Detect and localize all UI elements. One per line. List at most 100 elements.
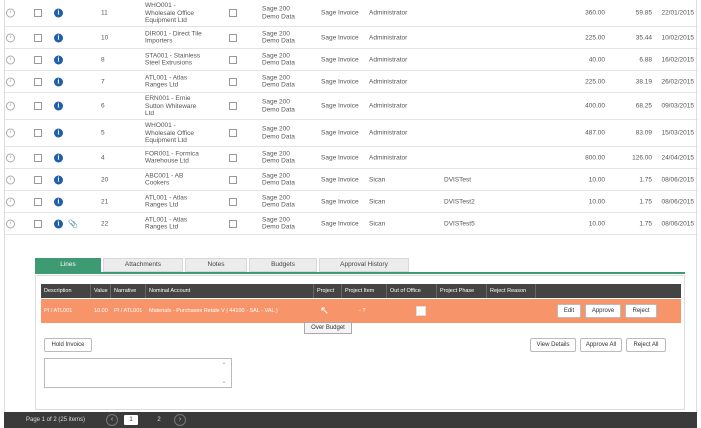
info-icon[interactable]: i [54,101,63,111]
scroll-up-icon[interactable]: ⌃ [221,362,227,369]
tax-amount: 68.25 [635,102,652,110]
lines-header: Description Value Narrative Nominal Acco… [41,284,681,298]
invoice-row[interactable]: › i 8 STA001 - Stainless Steel Extrusions Sa… [5,49,698,71]
line-nominal-account: Materials - Purchases Retale V | 44100 -… [149,308,278,314]
row-flag-checkbox[interactable] [229,175,237,184]
row-select-checkbox[interactable] [34,9,42,17]
reason-textarea[interactable]: ⌃ ⌄ [44,358,232,388]
reject-line-button[interactable]: Reject [625,304,657,318]
prev-page-icon[interactable]: ‹ [106,414,118,426]
row-select-checkbox[interactable] [34,175,42,184]
info-icon[interactable]: i [54,77,63,86]
invoice-row[interactable]: › i 21 ATL001 - Atlas Ranges Ltd Sage 200 De… [5,191,698,213]
row-select-checkbox[interactable] [34,197,42,206]
invoice-approval-window: › i 11 WHO001 - Wholesale Office Equipment … [4,0,698,428]
assigned-user: Administrator [369,9,408,17]
invoice-type: Sage Invoice [321,34,359,41]
row-select-checkbox[interactable] [34,102,42,110]
out-of-office-checkbox[interactable] [416,306,426,316]
row-select-checkbox[interactable] [34,219,42,228]
project-item-value[interactable]: - ? [356,299,365,323]
page-2-button[interactable]: 2 [152,415,166,425]
info-icon[interactable]: i [54,55,63,64]
tab-lines[interactable]: Lines [35,258,101,272]
view-details-button[interactable]: View Details [530,338,576,352]
row-select-checkbox[interactable] [34,129,42,137]
invoice-row[interactable]: › i 20 ABC001 - AB Cookers Sage 200 Demo Dat… [5,169,698,191]
invoice-type: Sage Invoice [321,9,359,17]
expand-row-icon[interactable]: › [6,101,15,111]
row-flag-checkbox[interactable] [229,102,237,110]
expand-row-icon[interactable]: › [6,33,15,42]
row-flag-checkbox[interactable] [229,197,237,206]
row-flag-checkbox[interactable] [229,219,237,228]
invoice-id: 11 [101,9,108,17]
row-flag-checkbox[interactable] [229,33,237,42]
invoice-row[interactable]: › i 6 ERN001 - Ernie Sutton Whiteware Ltd Sa… [5,93,698,120]
reject-all-button[interactable]: Reject All [626,338,666,352]
info-icon[interactable]: i [54,175,63,184]
invoice-row[interactable]: › i 10 DIR001 - Direct Tile Importers Sage 2… [5,27,698,49]
invoice-type: Sage Invoice [321,198,359,205]
invoice-row[interactable]: › i 📎 22 ATL001 - Atlas Ranges Ltd Sage 200 D… [5,213,698,235]
line-value: 10.00 [94,308,108,314]
project-cursor-icon[interactable]: ↖ [317,299,329,323]
net-amount: 225.00 [585,78,605,85]
row-flag-checkbox[interactable] [229,153,237,162]
invoice-row[interactable]: › i 11 WHO001 - Wholesale Office Equipment … [5,0,698,27]
edit-line-button[interactable]: Edit [557,304,581,318]
info-icon[interactable]: i [54,8,63,18]
invoice-row[interactable]: › i 5 WHO001 - Wholesale Office Equipment L… [5,120,698,147]
net-amount: 10.00 [588,198,605,205]
invoice-id: 20 [101,176,109,183]
info-icon[interactable]: i [54,153,63,162]
row-flag-checkbox[interactable] [229,129,237,137]
invoice-type: Sage Invoice [321,154,359,161]
tab-notes[interactable]: Notes [185,258,247,272]
expand-row-icon[interactable]: › [6,197,15,206]
line-item-row[interactable]: PI / ATL001 10.00 PI / ATL001 Materials … [41,299,681,323]
hold-invoice-button[interactable]: Hold Invoice [44,338,92,352]
net-amount: 40.00 [588,56,605,63]
assigned-user: Administrator [369,129,408,137]
tab-budgets[interactable]: Budgets [249,258,317,272]
approve-all-button[interactable]: Approve All [580,338,622,352]
page-1-button[interactable]: 1 [124,415,138,425]
approve-line-button[interactable]: Approve [585,304,621,318]
expand-row-icon[interactable]: › [6,128,15,138]
info-icon[interactable]: i [54,219,63,228]
expand-row-icon[interactable]: › [6,219,15,228]
info-icon[interactable]: i [54,197,63,206]
paperclip-icon[interactable]: 📎 [68,219,78,228]
page-info: Page 1 of 2 (25 items) [26,417,86,423]
invoice-row[interactable]: › i 4 FOR001 - Formica Warehouse Ltd Sage 20… [5,147,698,169]
invoice-type: Sage Invoice [321,176,359,183]
row-flag-checkbox[interactable] [229,77,237,86]
row-select-checkbox[interactable] [34,33,42,42]
col-description: Description [41,284,91,298]
expand-row-icon[interactable]: › [6,77,15,86]
row-select-checkbox[interactable] [34,153,42,162]
tab-approval-history[interactable]: Approval History [319,258,409,272]
tab-attachments[interactable]: Attachments [103,258,183,272]
row-flag-checkbox[interactable] [229,9,237,17]
info-icon[interactable]: i [54,128,63,138]
tab-underline [35,272,685,274]
invoice-type: Sage Invoice [321,220,359,227]
expand-row-icon[interactable]: › [6,153,15,162]
supplier-name: ATL001 - Atlas Ranges Ltd [145,194,188,209]
col-project-phase: Project Phase [437,284,487,298]
assigned-user: Administrator [369,56,408,63]
row-select-checkbox[interactable] [34,77,42,86]
invoice-row[interactable]: › i 7 ATL001 - Atlas Ranges Ltd Sage 200 Dem… [5,71,698,93]
row-flag-checkbox[interactable] [229,55,237,64]
invoice-date: 15/03/2015 [661,129,694,137]
supplier-name: ERN001 - Ernie Sutton Whiteware Ltd [145,94,197,117]
row-select-checkbox[interactable] [34,55,42,64]
expand-row-icon[interactable]: › [6,8,15,18]
next-page-icon[interactable]: › [174,414,186,426]
info-icon[interactable]: i [54,33,63,42]
expand-row-icon[interactable]: › [6,175,15,184]
scroll-down-icon[interactable]: ⌄ [221,378,227,385]
expand-row-icon[interactable]: › [6,55,15,64]
